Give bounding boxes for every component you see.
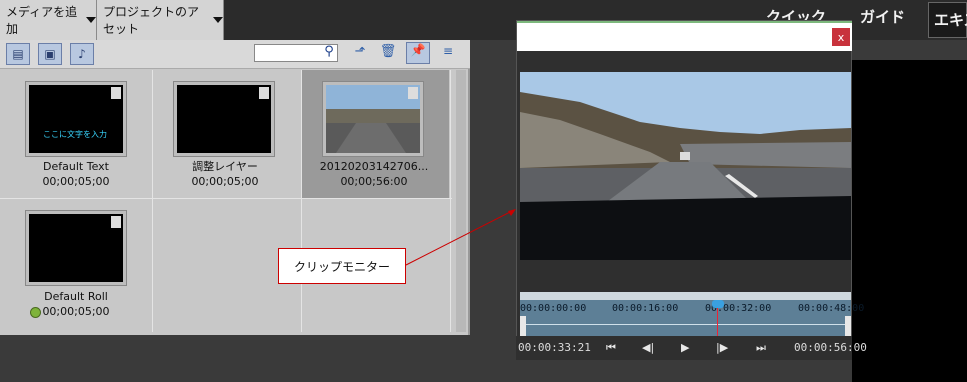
add-media-label: メディアを追加 <box>6 5 78 36</box>
text-preview: ここに文字を入力 <box>43 130 107 139</box>
timeline-ruler[interactable]: 00:00:00:00 00:00:16:00 00:00:32:00 00:0… <box>520 300 864 336</box>
asset-duration: 00;00;05;00 <box>42 305 110 318</box>
trash-icon[interactable]: 🗑 <box>378 44 398 62</box>
panel-menu-icon[interactable]: ≡ <box>438 44 458 62</box>
tab-guide[interactable]: ガイド <box>860 6 905 27</box>
film-icon <box>408 87 418 99</box>
playhead-handle[interactable] <box>712 300 725 308</box>
step-back-icon[interactable]: ◀| <box>642 341 654 354</box>
add-media-button[interactable]: メディアを追加 <box>0 0 97 40</box>
asset-thumb-video[interactable] <box>322 81 424 157</box>
asset-name: 調整レイヤー <box>192 160 258 173</box>
close-icon: x <box>837 30 845 44</box>
playhead-line <box>717 308 719 336</box>
project-assets-label: プロジェクトのアセット <box>103 5 200 36</box>
asset-name: Default Roll <box>44 290 108 303</box>
search-icon[interactable]: ⚲ <box>320 44 338 62</box>
callout-arrow <box>405 209 516 266</box>
in-point-handle[interactable] <box>520 316 526 336</box>
image-filter-icon[interactable]: ▣ <box>38 43 62 65</box>
asset-thumb-default-text[interactable]: ここに文字を入力 <box>25 81 127 157</box>
current-time: 00:00:33:21 <box>518 341 591 354</box>
preview-area <box>852 60 967 382</box>
monitor-gap <box>520 260 851 292</box>
video-filter-icon[interactable]: ▤ <box>6 43 30 65</box>
scrollbar[interactable] <box>456 70 466 332</box>
grid-divider <box>301 70 302 332</box>
new-folder-icon[interactable]: ⬏ <box>350 44 370 62</box>
layer-icon <box>259 87 269 99</box>
asset-duration: 00;00;05;00 <box>191 175 259 188</box>
asset-thumb-adjustment-layer[interactable] <box>173 81 275 157</box>
bottom-area <box>0 335 520 382</box>
grid-divider <box>450 70 451 332</box>
callout-box: クリップモニター <box>278 248 406 284</box>
asset-thumb-default-roll[interactable] <box>25 210 127 286</box>
asset-name: Default Text <box>43 160 109 173</box>
ruler-label: 00:00:00:00 <box>520 303 587 314</box>
total-time: 00:00:56:00 <box>794 341 867 354</box>
close-button[interactable]: x <box>832 28 850 46</box>
play-icon[interactable]: ▶ <box>681 341 689 354</box>
out-point-handle[interactable] <box>845 316 851 336</box>
callout-label: クリップモニター <box>293 259 390 274</box>
project-assets-button[interactable]: プロジェクトのアセット <box>97 0 224 40</box>
go-to-end-icon[interactable]: ⏭ <box>756 341 766 355</box>
audio-filter-icon[interactable]: ♪ <box>70 43 94 65</box>
ruler-label: 00:00:16:00 <box>612 303 679 314</box>
go-to-start-icon[interactable]: ⏮ <box>606 341 616 355</box>
ruler-label: 00:00:48:00 <box>798 303 865 314</box>
chevron-down-icon <box>86 17 96 23</box>
video-frame <box>520 72 851 260</box>
ruler-ticks <box>520 324 851 325</box>
text-clip-icon <box>111 87 121 99</box>
tab-expert-label: エキス <box>934 11 967 29</box>
playhead[interactable] <box>712 300 725 336</box>
road-scene <box>520 72 851 260</box>
roll-icon <box>111 216 121 228</box>
asset-name: 20120203142706... <box>319 160 429 173</box>
grid-divider <box>152 70 153 332</box>
asset-duration: 00;00;56:00 <box>340 175 408 188</box>
grid-divider <box>0 198 452 199</box>
tab-expert[interactable]: エキス <box>928 2 967 38</box>
topbar-spacer <box>224 0 517 40</box>
chevron-down-icon <box>213 17 223 23</box>
pin-icon[interactable]: 📌 <box>406 42 430 64</box>
video-frame <box>326 85 420 153</box>
step-forward-icon[interactable]: |▶ <box>716 341 728 354</box>
asset-duration: 00;00;05;00 <box>42 175 110 188</box>
clip-monitor-title-bar <box>517 21 852 51</box>
